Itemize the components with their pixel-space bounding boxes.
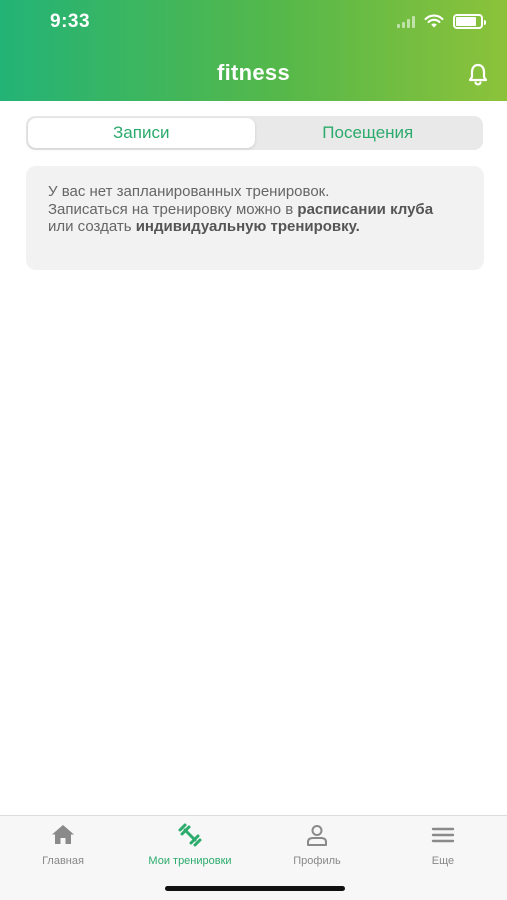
page-title: fitness [216, 60, 290, 85]
tab-more-label: Еще [431, 855, 455, 867]
tab-home-label: Главная [42, 855, 84, 867]
battery-icon [453, 14, 486, 29]
tab-more[interactable]: Еще [380, 816, 506, 876]
battery-level [456, 17, 477, 26]
home-indicator[interactable] [165, 886, 345, 891]
app-header: 9:33 fitness [0, 0, 507, 101]
wifi-icon [424, 14, 444, 28]
tab-my-trainings-label: Мои тренировки [148, 855, 232, 867]
empty-state-text-3: или создать [48, 218, 136, 235]
tab-home[interactable]: Главная [0, 816, 126, 876]
tab-profile-label: Профиль [293, 855, 341, 867]
menu-icon [431, 827, 455, 843]
schedule-link[interactable]: расписании клуба [297, 201, 433, 218]
empty-state-text-2: Записаться на тренировку можно в [48, 200, 298, 218]
bell-icon[interactable] [467, 62, 489, 86]
status-time: 9:33 [50, 11, 91, 32]
individual-training-link[interactable]: индивидуальную тренировку. [136, 218, 360, 235]
cellular-signal-icon [397, 15, 415, 28]
home-icon [52, 825, 74, 844]
segmented-control: Записи Посещения [26, 116, 483, 150]
tab-my-trainings[interactable]: Мои тренировки [127, 816, 253, 876]
empty-state-text: У вас нет запланированных тренировок. [48, 183, 330, 200]
dumbbell-icon [178, 823, 202, 847]
tab-poseshcheniya[interactable]: Посещения [255, 118, 482, 148]
tab-zapisi[interactable]: Записи [28, 118, 255, 148]
status-icons [397, 14, 486, 29]
profile-icon [307, 825, 327, 846]
empty-state-card: У вас нет запланированных тренировок. За… [26, 166, 484, 270]
tab-profile[interactable]: Профиль [254, 816, 380, 876]
